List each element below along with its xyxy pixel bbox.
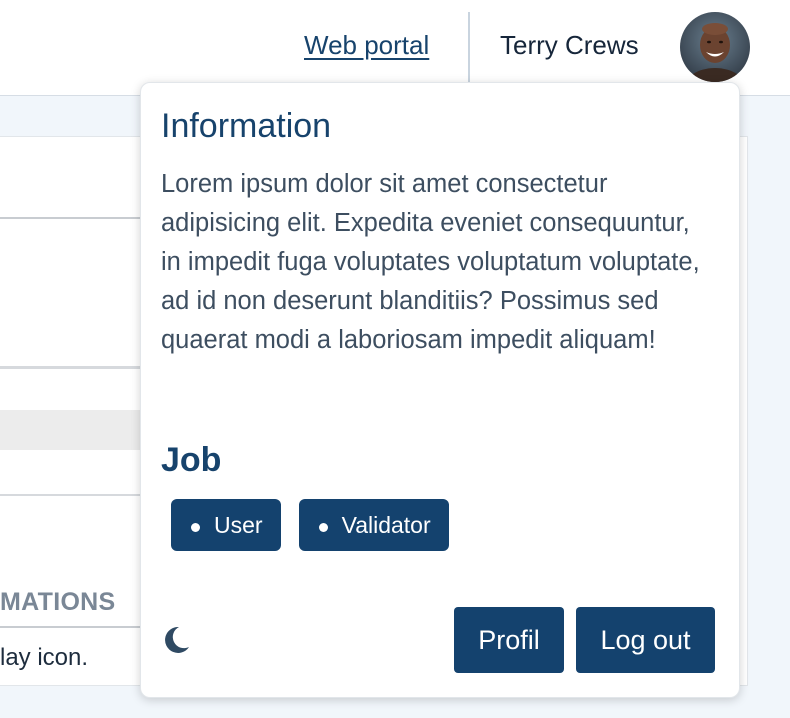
dot-icon [318, 522, 328, 532]
dot-icon [191, 522, 200, 532]
profil-button[interactable]: Profil [454, 607, 564, 673]
job-title: Job [161, 441, 222, 479]
avatar[interactable] [680, 12, 750, 82]
header-divider [468, 12, 470, 82]
job-tags: User Validator [171, 499, 449, 551]
job-tag-label: Validator [341, 511, 431, 538]
moon-icon[interactable] [159, 623, 193, 657]
web-portal-link[interactable]: Web portal [304, 30, 429, 61]
job-tag-validator: Validator [298, 499, 449, 551]
job-tag-user: User [171, 499, 281, 551]
user-menu-popover: Information Lorem ipsum dolor sit amet c… [140, 82, 740, 698]
user-name: Terry Crews [500, 30, 639, 60]
section-heading: MATIONS [0, 588, 116, 616]
job-tag-label: User [214, 511, 263, 538]
logout-button[interactable]: Log out [576, 607, 715, 673]
information-title: Information [161, 107, 332, 145]
section-text: lay icon. [0, 644, 89, 671]
information-text: Lorem ipsum dolor sit amet consectetur a… [161, 170, 700, 354]
avatar-image [680, 12, 750, 82]
